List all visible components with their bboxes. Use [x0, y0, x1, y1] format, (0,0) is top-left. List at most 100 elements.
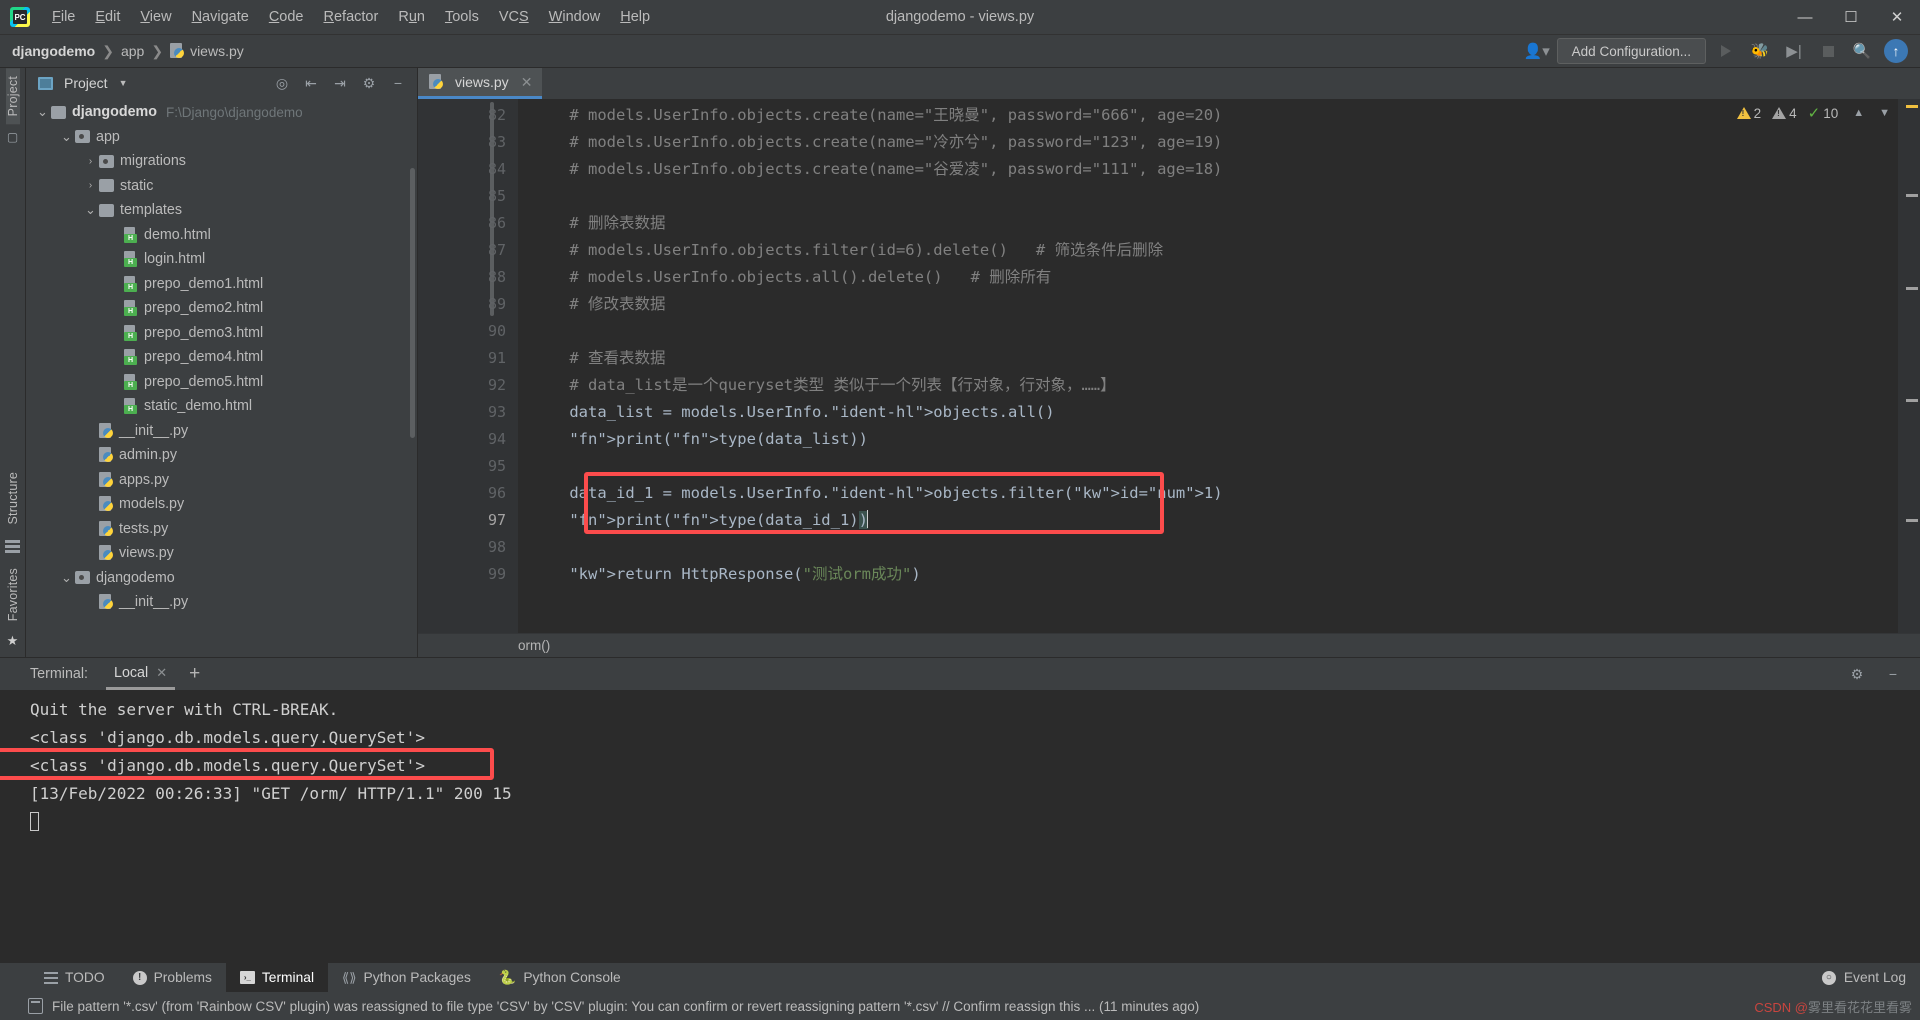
expand-all-icon[interactable]: ⇤	[298, 71, 324, 95]
rail-tab-project[interactable]: Project	[5, 68, 20, 125]
tree-scrollbar[interactable]	[410, 168, 415, 438]
code-line[interactable]: data_id_1 = models.UserInfo."ident-hl">o…	[518, 480, 1898, 507]
gutter-line-number[interactable]: 94	[418, 426, 518, 453]
tree-node[interactable]: ⌄ app	[26, 125, 417, 150]
menu-navigate[interactable]: Navigate	[182, 5, 259, 29]
run-icon[interactable]	[1712, 38, 1740, 64]
code-line[interactable]: # 查看表数据	[518, 345, 1898, 372]
menu-code[interactable]: Code	[259, 5, 314, 29]
event-log-button[interactable]: ○ Event Log	[1821, 970, 1920, 985]
add-configuration-button[interactable]: Add Configuration...	[1556, 38, 1706, 64]
breadcrumb-project[interactable]: djangodemo	[12, 43, 95, 59]
code-line[interactable]	[518, 453, 1898, 480]
code-line[interactable]: # data_list是一个queryset类型 类似于一个列表【行对象，行对象…	[518, 372, 1898, 399]
code-line[interactable]: "fn">print("fn">type(data_list))	[518, 426, 1898, 453]
code-line[interactable]	[518, 534, 1898, 561]
maximize-button[interactable]: ☐	[1828, 0, 1874, 35]
terminal-tab-local[interactable]: Local ✕	[106, 658, 176, 690]
code-content[interactable]: # models.UserInfo.objects.create(name="王…	[518, 99, 1898, 633]
tree-node[interactable]: ⌄ templates	[26, 198, 417, 223]
tree-node[interactable]: apps.py	[26, 468, 417, 493]
tree-node[interactable]: demo.html	[26, 223, 417, 248]
editor-breadcrumb[interactable]: orm()	[418, 633, 1920, 657]
code-line[interactable]	[518, 318, 1898, 345]
inspection-mark-warning[interactable]	[1906, 105, 1918, 108]
tree-node[interactable]: ⌄ djangodemo F:\Django\djangodemo	[26, 100, 417, 125]
breadcrumb-app[interactable]: app	[121, 43, 144, 59]
gutter-line-number[interactable]: 89	[418, 291, 518, 318]
inspection-mark-typo[interactable]	[1906, 519, 1918, 522]
code-line[interactable]: # 修改表数据	[518, 291, 1898, 318]
chevron-down-icon[interactable]: ⌄	[82, 203, 99, 216]
code-line[interactable]: # 删除表数据	[518, 210, 1898, 237]
inspection-mark-typo[interactable]	[1906, 287, 1918, 290]
project-tree[interactable]: ⌄ djangodemo F:\Django\djangodemo ⌄ app › migr…	[26, 98, 417, 657]
inspection-mark-typo[interactable]	[1906, 194, 1918, 197]
terminal-settings-gear-icon[interactable]: ⚙	[1844, 662, 1870, 686]
gutter-line-number[interactable]: 93	[418, 399, 518, 426]
gutter-line-number[interactable]: 98	[418, 534, 518, 561]
code-line[interactable]: # models.UserInfo.objects.all().delete()…	[518, 264, 1898, 291]
user-settings-icon[interactable]: 👤▾	[1523, 38, 1551, 64]
chevron-down-icon[interactable]: ▼	[119, 78, 128, 88]
tree-node[interactable]: __init__.py	[26, 419, 417, 444]
tree-node[interactable]: prepo_demo3.html	[26, 321, 417, 346]
code-line[interactable]: # models.UserInfo.objects.create(name="王…	[518, 102, 1898, 129]
tree-node[interactable]: prepo_demo2.html	[26, 296, 417, 321]
gutter-line-number[interactable]: 97	[418, 507, 518, 534]
favorites-star-icon[interactable]: ★	[7, 629, 19, 653]
tree-node[interactable]: ⌄ djangodemo	[26, 566, 417, 591]
prev-highlight-icon[interactable]: ▲	[1853, 107, 1864, 119]
menu-view[interactable]: View	[130, 5, 181, 29]
menu-window[interactable]: Window	[539, 5, 611, 29]
bottom-tab-problems[interactable]: ! Problems	[119, 963, 226, 992]
close-terminal-tab-icon[interactable]: ✕	[156, 665, 167, 681]
tree-node[interactable]: views.py	[26, 541, 417, 566]
gutter-line-number[interactable]: 91	[418, 345, 518, 372]
menu-run[interactable]: Run	[388, 5, 435, 29]
tree-node[interactable]: static_demo.html	[26, 394, 417, 419]
close-button[interactable]: ✕	[1874, 0, 1920, 35]
inspection-strip[interactable]	[1898, 99, 1920, 633]
rail-tab-favorites[interactable]: Favorites	[6, 560, 20, 629]
code-line[interactable]: "fn">print("fn">type(data_id_1))	[518, 507, 1898, 534]
bottom-tab-python-packages[interactable]: ⟪⟫ Python Packages	[328, 963, 485, 992]
chevron-right-icon[interactable]: ›	[82, 180, 99, 191]
bottom-tab-python-console[interactable]: 🐍 Python Console	[485, 963, 635, 992]
chevron-down-icon[interactable]: ⌄	[58, 130, 75, 143]
notification-icon[interactable]	[28, 998, 43, 1014]
gutter-line-number[interactable]: 92	[418, 372, 532, 399]
code-line[interactable]: # models.UserInfo.objects.filter(id=6).d…	[518, 237, 1898, 264]
code-line[interactable]: "kw">return HttpResponse("测试orm成功")	[518, 561, 1898, 588]
bottom-tab-terminal[interactable]: ›_ Terminal	[225, 963, 329, 992]
menu-file[interactable]: File	[42, 5, 85, 29]
tree-node[interactable]: models.py	[26, 492, 417, 517]
code-line[interactable]: # models.UserInfo.objects.create(name="冷…	[518, 129, 1898, 156]
tree-node[interactable]: › migrations	[26, 149, 417, 174]
tree-node[interactable]: login.html	[26, 247, 417, 272]
code-line[interactable]	[518, 183, 1898, 210]
terminal-output[interactable]: Quit the server with CTRL-BREAK. <class '…	[0, 690, 1920, 962]
rail-tab-structure[interactable]: Structure	[6, 464, 20, 533]
code-line[interactable]: data_list = models.UserInfo."ident-hl">o…	[518, 399, 1898, 426]
search-icon[interactable]: 🔍	[1848, 38, 1876, 64]
minimize-button[interactable]: —	[1782, 0, 1828, 35]
tree-node[interactable]: admin.py	[26, 443, 417, 468]
menu-tools[interactable]: Tools	[435, 5, 489, 29]
breadcrumb-file[interactable]: views.py	[170, 43, 244, 59]
new-terminal-session-icon[interactable]: +	[189, 663, 200, 685]
chevron-right-icon[interactable]: ›	[82, 156, 99, 167]
hide-pane-icon[interactable]: −	[385, 71, 411, 95]
collapse-all-icon[interactable]: ⇥	[327, 71, 353, 95]
gutter-line-number[interactable]: 86	[418, 210, 518, 237]
gutter-line-number[interactable]: 83	[418, 129, 518, 156]
tree-node[interactable]: prepo_demo4.html	[26, 345, 417, 370]
coverage-icon[interactable]: ▶|	[1780, 38, 1808, 64]
gutter-line-number[interactable]: 99	[418, 561, 532, 588]
menu-edit[interactable]: Edit	[85, 5, 130, 29]
rail-icon-commit[interactable]: ▢	[7, 130, 18, 144]
typo-count-badge[interactable]: ✓ 10	[1808, 104, 1839, 122]
gutter-line-number[interactable]: 95	[418, 453, 518, 480]
menu-vcs[interactable]: VCS	[489, 5, 539, 29]
warning-count-badge[interactable]: 2	[1736, 106, 1761, 121]
